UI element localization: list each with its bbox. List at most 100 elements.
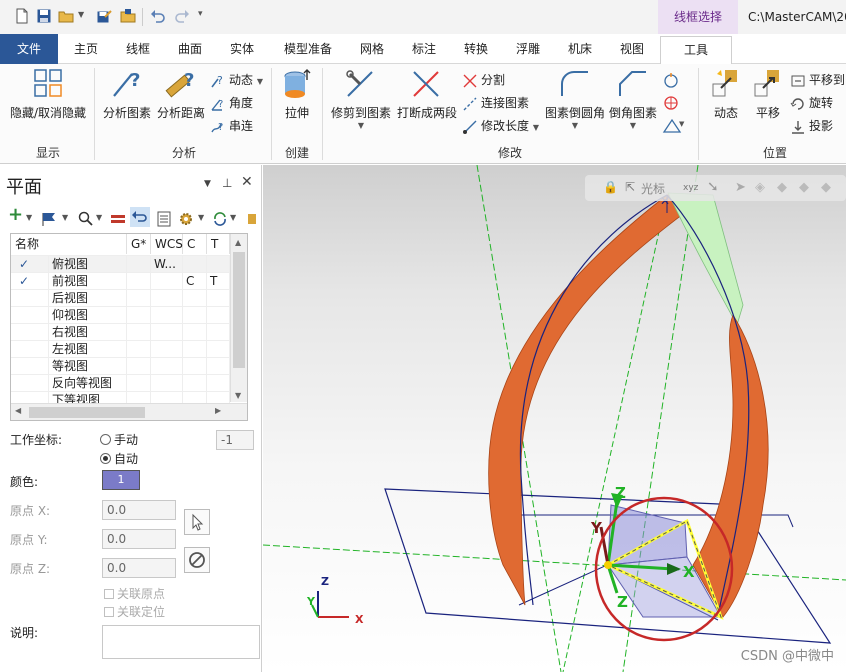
solid-select-icon[interactable]: ◈ (755, 180, 765, 195)
link-origin-checkbox[interactable]: 关联原点 (104, 585, 165, 602)
tab-relief[interactable]: 浮雕 (504, 34, 552, 64)
color-swatch[interactable]: 1 (102, 470, 140, 490)
project-button[interactable]: 投影 (790, 116, 833, 136)
table-row[interactable]: 左视图 (11, 340, 230, 358)
origin-y-input[interactable]: 0.0 (102, 529, 176, 549)
tab-tools[interactable]: 工具 (660, 36, 732, 65)
vertical-scroll-thumb[interactable] (233, 252, 245, 368)
tab-drafting[interactable]: 标注 (400, 34, 448, 64)
tab-surfaces[interactable]: 曲面 (166, 34, 214, 64)
tab-home[interactable]: 主页 (62, 34, 110, 64)
manage-folder-icon[interactable] (120, 8, 136, 24)
horizontal-scroll-thumb[interactable] (29, 407, 145, 418)
column-header-name[interactable]: 名称 (11, 234, 127, 254)
modify-at-intersection-icon[interactable]: ▼ (662, 116, 686, 134)
table-row[interactable]: ✓ 前视图 C T (11, 272, 230, 290)
gear-dropdown-icon[interactable]: ▼ (198, 213, 204, 233)
tab-file[interactable]: 文件 (0, 34, 58, 64)
break-two-button[interactable]: 打断成两段 (396, 68, 458, 121)
search-icon[interactable] (78, 209, 94, 229)
auto-radio[interactable]: 自动 (100, 450, 138, 467)
table-row[interactable]: ✓ 俯视图 W... (11, 255, 230, 273)
context-tab-wireframe-select[interactable]: 线框选择 (658, 0, 738, 34)
add-plane-dropdown-icon[interactable]: ▼ (26, 213, 32, 233)
chamfer-entity-button[interactable]: 倒角图素 ▼ (606, 68, 660, 130)
join-button[interactable]: 连接图素 (462, 93, 529, 113)
face-select-icon[interactable]: ◆ (777, 180, 787, 195)
tab-machine[interactable]: 机床 (556, 34, 604, 64)
scroll-up-icon[interactable]: ▲ (235, 238, 241, 247)
refresh-dropdown-icon[interactable]: ▼ (230, 213, 236, 233)
circle-break-icon[interactable] (662, 94, 680, 112)
link-position-checkbox[interactable]: 关联定位 (104, 603, 165, 620)
model-canvas[interactable]: ✕ Z Y X Z Z X Y (263, 165, 846, 672)
angle-button[interactable]: ? 角度 (210, 93, 253, 113)
column-header-g[interactable]: G* (127, 234, 151, 254)
tab-view[interactable]: 视图 (608, 34, 656, 64)
table-row[interactable]: 后视图 (11, 289, 230, 307)
cursor-label[interactable]: 光标 (641, 180, 665, 197)
trim-to-entity-button[interactable]: 修剪到图素 ▼ (328, 68, 394, 130)
undo-icon[interactable] (150, 8, 166, 24)
divide-button[interactable]: 分割 (462, 70, 505, 90)
save-icon[interactable] (36, 8, 52, 24)
scroll-right-icon[interactable]: ▶ (215, 406, 221, 415)
tab-wireframe[interactable]: 线框 (114, 34, 162, 64)
selection-arrow-icon[interactable]: ➘ (707, 179, 719, 195)
translate-to-button[interactable]: 平移到 (790, 70, 845, 90)
graphics-viewport[interactable]: ✕ Z Y X Z Z X Y 🔒 ⇱ 光标 xyz ➘ ➤ ◈ ◆ ◆ ◆ C… (263, 165, 846, 672)
scroll-left-icon[interactable]: ◀ (15, 406, 21, 415)
fillet-entity-button[interactable]: 图素倒圆角 ▼ (544, 68, 606, 130)
save-as-icon[interactable] (96, 8, 112, 24)
pin-icon[interactable]: ⊥ (222, 176, 232, 190)
origin-x-input[interactable]: 0.0 (102, 500, 176, 520)
open-folder-icon[interactable] (58, 8, 74, 24)
surface-top-patch[interactable] (667, 192, 744, 327)
work-coord-input[interactable]: -1 (216, 430, 254, 450)
analyze-entity-button[interactable]: ? 分析图素 (100, 68, 154, 121)
panel-menu-icon[interactable]: ▼ (204, 179, 211, 189)
rotate-button[interactable]: 旋转 (790, 93, 833, 113)
table-row[interactable]: 右视图 (11, 323, 230, 341)
select-arrow-icon[interactable]: ➤ (735, 180, 746, 195)
more-tools-icon[interactable] (246, 209, 258, 229)
customize-qat-icon[interactable]: ▾ (198, 9, 203, 19)
dynamic-position-button[interactable]: 动态 (704, 68, 748, 121)
analyze-distance-button[interactable]: ? 分析距离 (154, 68, 208, 121)
tab-solids[interactable]: 实体 (218, 34, 266, 64)
list-icon[interactable] (156, 209, 172, 229)
cursor-snap-icon[interactable]: ⇱ (625, 180, 635, 194)
vertical-scrollbar[interactable]: ▲ ▼ (230, 234, 247, 402)
add-plane-icon[interactable]: + (8, 204, 23, 225)
body-select-icon[interactable]: ◆ (821, 180, 831, 195)
select-origin-button[interactable] (184, 509, 210, 535)
column-header-t[interactable]: T (207, 234, 230, 254)
modify-length-button[interactable]: 修改长度 ▼ (462, 116, 539, 136)
table-row[interactable]: 仰视图 (11, 306, 230, 324)
lock-icon[interactable]: 🔒 (603, 180, 618, 194)
dynamic-analyze-button[interactable]: ? 动态 ▼ (210, 70, 263, 90)
manual-radio[interactable]: 手动 (100, 431, 138, 448)
horizontal-scrollbar[interactable]: ◀ ▶ (11, 403, 247, 420)
edge-select-icon[interactable]: ◆ (799, 180, 809, 195)
circle-tangent-icon[interactable] (662, 72, 680, 90)
close-icon[interactable]: ✕ (241, 174, 253, 190)
column-header-c[interactable]: C (183, 234, 207, 254)
tab-model-prep[interactable]: 模型准备 (272, 34, 344, 64)
redo-icon[interactable] (174, 8, 190, 24)
notes-textarea[interactable] (102, 625, 260, 659)
translate-button[interactable]: 平移 (748, 68, 788, 121)
equal-icon[interactable] (110, 209, 126, 229)
refresh-icon[interactable] (212, 209, 228, 229)
table-row[interactable]: 反向等视图 (11, 374, 230, 392)
tab-mesh[interactable]: 网格 (348, 34, 396, 64)
scroll-down-icon[interactable]: ▼ (235, 391, 241, 400)
column-header-wcs[interactable]: WCS (151, 234, 183, 254)
origin-z-input[interactable]: 0.0 (102, 558, 176, 578)
clear-origin-button[interactable] (184, 547, 210, 573)
xyz-icon[interactable]: xyz (683, 183, 698, 193)
flag-dropdown-icon[interactable]: ▼ (62, 213, 68, 233)
extrude-button[interactable]: 拉伸 (276, 68, 318, 121)
chain-button[interactable]: ? 串连 (210, 116, 253, 136)
gear-icon[interactable] (178, 209, 194, 229)
